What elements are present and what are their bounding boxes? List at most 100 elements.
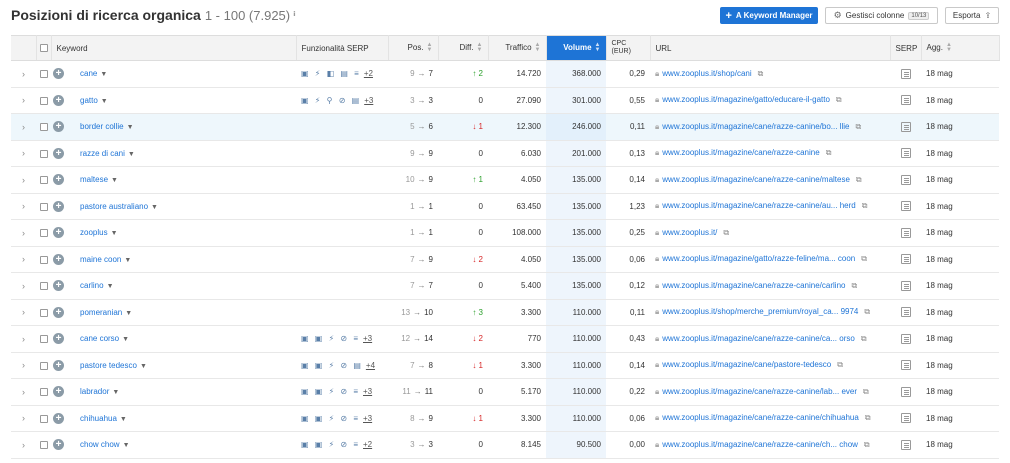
serp-snapshot-icon[interactable]: [900, 386, 911, 397]
keyword-link[interactable]: pomeranian: [80, 308, 122, 317]
add-keyword-icon[interactable]: +: [53, 174, 64, 186]
serp-snapshot-icon[interactable]: [900, 68, 911, 79]
external-link-icon[interactable]: ⧉: [836, 95, 842, 104]
external-link-icon[interactable]: ⧉: [864, 307, 870, 316]
row-checkbox[interactable]: [39, 335, 48, 344]
add-keyword-icon[interactable]: +: [53, 227, 64, 239]
chevron-down-icon[interactable]: ▼: [101, 98, 108, 105]
url-link[interactable]: www.zooplus.it/magazine/cane/razze-canin…: [662, 281, 845, 290]
chevron-down-icon[interactable]: ▼: [151, 204, 158, 211]
expand-row-icon[interactable]: ›: [11, 246, 36, 273]
serp-snapshot-icon[interactable]: [900, 201, 911, 212]
row-checkbox[interactable]: [39, 255, 48, 264]
keyword-link[interactable]: labrador: [80, 387, 109, 396]
serp-snapshot-icon[interactable]: [900, 95, 911, 106]
chevron-down-icon[interactable]: ▼: [111, 177, 118, 184]
chevron-down-icon[interactable]: ▼: [107, 283, 114, 290]
serp-features-more[interactable]: +3: [363, 334, 372, 343]
row-checkbox[interactable]: [39, 388, 48, 397]
keyword-link[interactable]: carlino: [80, 281, 104, 290]
info-icon[interactable]: ⁱ: [293, 9, 296, 23]
expand-row-icon[interactable]: ›: [11, 431, 36, 459]
external-link-icon[interactable]: ⧉: [861, 334, 867, 343]
add-keyword-icon[interactable]: +: [53, 439, 64, 451]
select-all-checkbox[interactable]: [39, 44, 48, 53]
url-link[interactable]: www.zooplus.it/magazine/cane/razze-canin…: [662, 440, 858, 449]
add-keyword-icon[interactable]: +: [53, 121, 64, 133]
keyword-link[interactable]: gatto: [80, 96, 98, 105]
add-keyword-icon[interactable]: +: [53, 68, 64, 80]
serp-features-more[interactable]: +2: [364, 69, 373, 78]
row-checkbox[interactable]: [39, 176, 48, 185]
add-keyword-icon[interactable]: +: [53, 200, 64, 212]
external-link-icon[interactable]: ⧉: [865, 413, 871, 422]
serp-snapshot-icon[interactable]: [900, 148, 911, 159]
export-button[interactable]: Esporta ⇪: [945, 7, 999, 24]
expand-row-icon[interactable]: ›: [11, 113, 36, 141]
external-link-icon[interactable]: ⧉: [856, 175, 862, 184]
keyword-link[interactable]: maine coon: [80, 255, 121, 264]
chevron-down-icon[interactable]: ▼: [112, 389, 119, 396]
expand-row-icon[interactable]: ›: [11, 378, 36, 406]
header-keyword[interactable]: Keyword: [51, 35, 297, 61]
add-keyword-icon[interactable]: +: [53, 359, 64, 371]
external-link-icon[interactable]: ⧉: [864, 440, 870, 449]
expand-row-icon[interactable]: ›: [11, 299, 36, 326]
keyword-link[interactable]: chow chow: [80, 440, 120, 449]
add-keyword-icon[interactable]: +: [53, 306, 64, 318]
serp-snapshot-icon[interactable]: [900, 280, 911, 291]
chevron-down-icon[interactable]: ▼: [122, 336, 129, 343]
url-link[interactable]: www.zooplus.it/magazine/cane/razze-canin…: [662, 413, 859, 422]
chevron-down-icon[interactable]: ▼: [125, 310, 132, 317]
row-checkbox[interactable]: [39, 282, 48, 291]
external-link-icon[interactable]: ⧉: [862, 201, 868, 210]
add-keyword-icon[interactable]: +: [53, 253, 64, 265]
keyword-link[interactable]: cane: [80, 69, 97, 78]
row-checkbox[interactable]: [39, 229, 48, 238]
expand-row-icon[interactable]: ›: [11, 140, 36, 167]
external-link-icon[interactable]: ⧉: [861, 254, 867, 263]
serp-snapshot-icon[interactable]: [900, 227, 911, 238]
url-link[interactable]: www.zooplus.it/magazine/cane/razze-canin…: [662, 122, 849, 131]
chevron-down-icon[interactable]: ▼: [140, 363, 147, 370]
row-checkbox[interactable]: [39, 202, 48, 211]
expand-row-icon[interactable]: ›: [11, 272, 36, 300]
add-keyword-icon[interactable]: +: [53, 94, 64, 106]
serp-snapshot-icon[interactable]: [900, 174, 911, 185]
row-checkbox[interactable]: [39, 414, 48, 423]
keyword-manager-button[interactable]: + A Keyword Manager: [720, 7, 818, 24]
serp-snapshot-icon[interactable]: [900, 307, 911, 318]
header-pos[interactable]: Pos. ▲ ▼: [388, 35, 439, 61]
chevron-down-icon[interactable]: ▼: [123, 442, 130, 449]
external-link-icon[interactable]: ⧉: [863, 387, 869, 396]
expand-row-icon[interactable]: ›: [11, 193, 36, 220]
serp-snapshot-icon[interactable]: [900, 121, 911, 132]
serp-snapshot-icon[interactable]: [900, 413, 911, 424]
expand-row-icon[interactable]: ›: [11, 166, 36, 194]
serp-snapshot-icon[interactable]: [900, 333, 911, 344]
external-link-icon[interactable]: ⧉: [826, 148, 832, 157]
url-link[interactable]: www.zooplus.it/magazine/gatto/razze-feli…: [662, 254, 855, 263]
keyword-link[interactable]: border collie: [80, 122, 124, 131]
chevron-down-icon[interactable]: ▼: [124, 257, 131, 264]
keyword-link[interactable]: chihuahua: [80, 414, 117, 423]
expand-row-icon[interactable]: ›: [11, 87, 36, 114]
chevron-down-icon[interactable]: ▼: [100, 71, 107, 78]
expand-row-icon[interactable]: ›: [11, 60, 36, 88]
url-link[interactable]: www.zooplus.it/: [662, 228, 717, 237]
row-checkbox[interactable]: [39, 361, 48, 370]
serp-features-more[interactable]: +4: [366, 361, 375, 370]
url-link[interactable]: www.zooplus.it/magazine/cane/pastore-ted…: [662, 360, 831, 369]
external-link-icon[interactable]: ⧉: [758, 69, 764, 78]
expand-row-icon[interactable]: ›: [11, 325, 36, 353]
header-cpc[interactable]: CPC (EUR): [606, 35, 651, 61]
external-link-icon[interactable]: ⧉: [837, 360, 843, 369]
expand-row-icon[interactable]: ›: [11, 352, 36, 379]
serp-snapshot-icon[interactable]: [900, 360, 911, 371]
url-link[interactable]: www.zooplus.it/shop/cani: [662, 69, 751, 78]
external-link-icon[interactable]: ⧉: [855, 122, 861, 131]
url-link[interactable]: www.zooplus.it/magazine/gatto/educare-il…: [662, 95, 830, 104]
serp-snapshot-icon[interactable]: [900, 254, 911, 265]
chevron-down-icon[interactable]: ▼: [127, 124, 134, 131]
serp-features-more[interactable]: +3: [363, 387, 372, 396]
